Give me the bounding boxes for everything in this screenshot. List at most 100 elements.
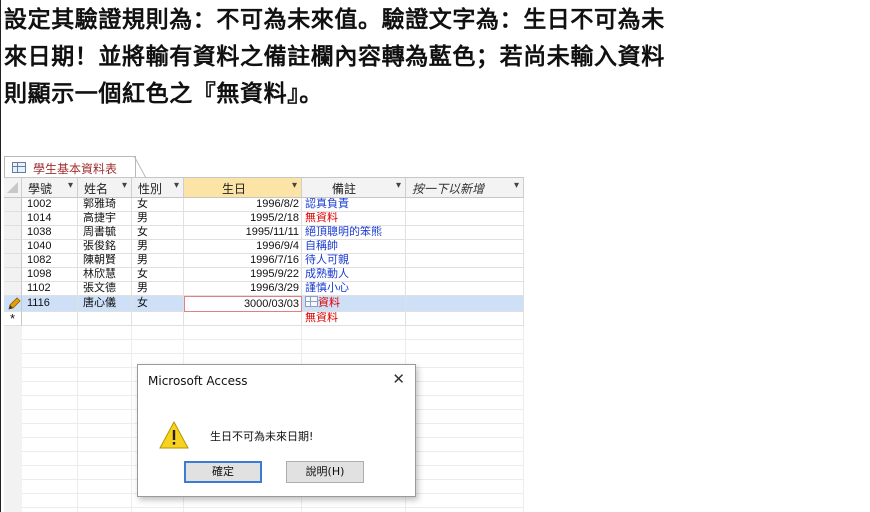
table-row-active[interactable]: 1116 唐心儀 女 3000/03/03 資料 (4, 296, 524, 312)
help-button[interactable]: 說明(H) (286, 461, 364, 483)
table-icon (12, 162, 26, 173)
sort-dropdown-icon[interactable]: ▾ (68, 180, 73, 191)
column-header-sex[interactable]: 性別 ▾ (132, 178, 184, 198)
cell-id[interactable]: 1040 (22, 240, 78, 254)
cell-note[interactable]: 謹慎小心 (302, 282, 406, 296)
cell-sex[interactable]: 女 (132, 296, 184, 312)
cell-note[interactable]: 成熟動人 (302, 268, 406, 282)
column-header-note[interactable]: 備註 ▾ (302, 178, 406, 198)
instruction-line-2: 來日期！並將輸有資料之備註欄內容轉為藍色；若尚未輸入資料 (4, 44, 665, 70)
row-selector[interactable] (4, 226, 22, 240)
add-dropdown-icon[interactable]: ▾ (514, 180, 519, 191)
cell-empty[interactable] (406, 198, 524, 212)
validation-message-dialog: Microsoft Access ✕ 生日不可為未來日期! 確定 說明(H) (137, 364, 416, 497)
table-row[interactable]: 1098 林欣慧 女 1995/9/22 成熟動人 (4, 268, 524, 282)
column-header-name[interactable]: 姓名 ▾ (78, 178, 132, 198)
row-selector[interactable] (4, 268, 22, 282)
table-row[interactable]: 1082 陳朝賢 男 1996/7/16 待人可親 (4, 254, 524, 268)
cell-sex[interactable]: 女 (132, 268, 184, 282)
cell-empty[interactable] (406, 254, 524, 268)
cell-name[interactable]: 高捷宇 (78, 212, 132, 226)
cell-name[interactable]: 張文德 (78, 282, 132, 296)
cell-birthday[interactable]: 1996/8/2 (184, 198, 302, 212)
cell-id[interactable] (22, 312, 78, 326)
column-header-birthday-label: 生日 (222, 182, 247, 196)
dialog-message: 生日不可為未來日期! (210, 430, 314, 443)
cell-id[interactable]: 1116 (22, 296, 78, 312)
column-header-name-label: 姓名 (84, 182, 109, 196)
cell-birthday[interactable]: 1995/9/22 (184, 268, 302, 282)
cell-note[interactable]: 資料 (302, 296, 406, 312)
cell-name[interactable]: 唐心儀 (78, 296, 132, 312)
sort-dropdown-icon[interactable]: ▾ (122, 180, 127, 191)
select-all-corner[interactable] (4, 178, 22, 198)
cell-birthday[interactable]: 1996/3/29 (184, 282, 302, 296)
cell-name[interactable] (78, 312, 132, 326)
cell-name[interactable]: 陳朝賢 (78, 254, 132, 268)
dialog-title: Microsoft Access (148, 374, 248, 388)
cell-empty[interactable] (406, 312, 524, 326)
cell-empty[interactable] (406, 240, 524, 254)
cell-name[interactable]: 林欣慧 (78, 268, 132, 282)
instruction-line-3: 則顯示一個紅色之『無資料』。 (4, 81, 323, 107)
cell-empty[interactable] (406, 226, 524, 240)
table-row[interactable]: 1040 張俊銘 男 1996/9/4 自稱帥 (4, 240, 524, 254)
cell-empty[interactable] (406, 296, 524, 312)
calendar-picker-icon[interactable] (305, 296, 318, 307)
cell-note[interactable]: 無資料 (302, 212, 406, 226)
sort-dropdown-icon[interactable]: ▾ (292, 180, 297, 191)
cell-name[interactable]: 周書毓 (78, 226, 132, 240)
row-selector[interactable] (4, 198, 22, 212)
cell-id[interactable]: 1002 (22, 198, 78, 212)
close-icon[interactable]: ✕ (392, 370, 405, 388)
table-row[interactable]: 1038 周書毓 女 1995/11/11 絕頂聰明的笨熊 (4, 226, 524, 240)
cell-sex[interactable] (132, 312, 184, 326)
cell-birthday[interactable]: 1996/7/16 (184, 254, 302, 268)
cell-note[interactable]: 認真負責 (302, 198, 406, 212)
table-row[interactable]: 1102 張文德 男 1996/3/29 謹慎小心 (4, 282, 524, 296)
cell-id[interactable]: 1082 (22, 254, 78, 268)
cell-note[interactable]: 絕頂聰明的笨熊 (302, 226, 406, 240)
column-header-birthday[interactable]: 生日 ▾ (184, 178, 302, 198)
row-selector[interactable] (4, 254, 22, 268)
cell-birthday-editing[interactable]: 3000/03/03 (184, 296, 302, 312)
new-record-marker[interactable]: * (4, 312, 22, 326)
cell-sex[interactable]: 男 (132, 240, 184, 254)
cell-sex[interactable]: 男 (132, 282, 184, 296)
row-selector[interactable] (4, 240, 22, 254)
sort-dropdown-icon[interactable]: ▾ (396, 180, 401, 191)
table-row[interactable]: 1002 郭雅琦 女 1996/8/2 認真負責 (4, 198, 524, 212)
cell-sex[interactable]: 男 (132, 254, 184, 268)
table-row[interactable]: 1014 高捷宇 男 1995/2/18 無資料 (4, 212, 524, 226)
cell-birthday[interactable]: 1996/9/4 (184, 240, 302, 254)
ok-button[interactable]: 確定 (184, 461, 262, 483)
cell-note[interactable]: 自稱帥 (302, 240, 406, 254)
cell-birthday[interactable]: 1995/2/18 (184, 212, 302, 226)
cell-name[interactable]: 郭雅琦 (78, 198, 132, 212)
column-header-add-new[interactable]: 按一下以新增 ▾ (406, 178, 524, 198)
cell-note[interactable]: 無資料 (302, 312, 406, 326)
cell-id[interactable]: 1014 (22, 212, 78, 226)
cell-empty[interactable] (406, 282, 524, 296)
cell-sex[interactable]: 女 (132, 198, 184, 212)
cell-id[interactable]: 1102 (22, 282, 78, 296)
dialog-body: 生日不可為未來日期! 確定 說明(H) (138, 401, 415, 496)
column-header-id[interactable]: 學號 ▾ (22, 178, 78, 198)
cell-id[interactable]: 1098 (22, 268, 78, 282)
cell-note[interactable]: 待人可親 (302, 254, 406, 268)
tab-student-table[interactable]: 學生基本資料表 (4, 156, 136, 178)
row-selector[interactable] (4, 212, 22, 226)
cell-birthday[interactable] (184, 312, 302, 326)
cell-sex[interactable]: 女 (132, 226, 184, 240)
cell-empty[interactable] (406, 268, 524, 282)
cell-birthday[interactable]: 1995/11/11 (184, 226, 302, 240)
cell-sex[interactable]: 男 (132, 212, 184, 226)
row-selector-active[interactable] (4, 296, 22, 312)
table-row-new[interactable]: * 無資料 (4, 312, 524, 326)
cell-id[interactable]: 1038 (22, 226, 78, 240)
sort-dropdown-icon[interactable]: ▾ (174, 180, 179, 191)
corner-triangle-icon (7, 182, 18, 193)
row-selector[interactable] (4, 282, 22, 296)
cell-empty[interactable] (406, 212, 524, 226)
cell-name[interactable]: 張俊銘 (78, 240, 132, 254)
